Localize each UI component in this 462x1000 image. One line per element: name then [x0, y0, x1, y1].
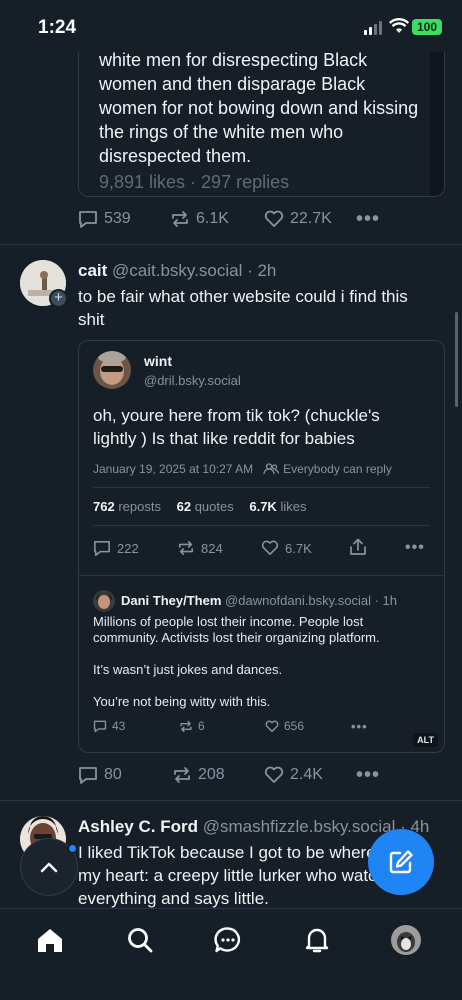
battery-icon: 100: [412, 19, 442, 35]
share-button[interactable]: [349, 538, 405, 559]
quote-actions: 222 824 6.7K •••: [93, 538, 425, 558]
nested-quote-header: Dani They/Them @dawnofdani.bsky.social ·…: [121, 593, 397, 608]
bottom-nav: [0, 908, 462, 1000]
media-edge: [430, 40, 444, 196]
nested-author-name[interactable]: Dani They/Them: [121, 593, 221, 608]
post-date: January 19, 2025 at 10:27 AM: [93, 462, 254, 476]
author-name[interactable]: Ashley C. Ford: [78, 817, 198, 836]
more-options-icon[interactable]: •••: [356, 208, 380, 231]
status-bar: 1:24 100: [0, 0, 462, 52]
quoted-post-meta: 9,891 likes · 297 replies: [99, 172, 290, 192]
compose-button[interactable]: [368, 829, 434, 895]
heart-icon: [264, 210, 284, 227]
post1-actions: 539 6.1K 22.7K •••: [78, 208, 380, 230]
search-icon[interactable]: [125, 925, 155, 955]
like-button[interactable]: 656: [265, 719, 351, 733]
repost-icon: [178, 540, 194, 556]
repost-icon: [180, 720, 192, 732]
repost-button[interactable]: 6: [179, 719, 265, 733]
repost-icon: [172, 211, 188, 227]
reply-icon: [79, 210, 97, 228]
repost-button[interactable]: 824: [177, 540, 261, 556]
engagement-stats: 762 reposts 62 quotes 6.7K likes: [93, 499, 306, 514]
reply-button[interactable]: 80: [78, 766, 172, 785]
home-icon[interactable]: [35, 925, 65, 955]
share-icon: [350, 538, 366, 555]
likes-stat[interactable]: 6.7K likes: [249, 499, 306, 514]
chat-icon[interactable]: [213, 925, 243, 955]
nested-paragraph: You’re not being witty with this.: [93, 694, 271, 709]
post2-actions: 80 208 2.4K •••: [78, 764, 380, 786]
reply-button[interactable]: 539: [78, 210, 170, 229]
repost-icon: [174, 767, 190, 783]
reply-icon: [79, 766, 97, 784]
quote-card[interactable]: wint @dril.bsky.social oh, youre here fr…: [78, 340, 445, 753]
post-divider: [0, 244, 462, 245]
more-options-icon[interactable]: •••: [351, 719, 368, 734]
compose-icon: [389, 850, 413, 874]
repost-button[interactable]: 6.1K: [170, 210, 264, 228]
post-header: cait @cait.bsky.social · 2h: [78, 261, 276, 281]
scrollbar[interactable]: [455, 312, 458, 407]
quote-meta: January 19, 2025 at 10:27 AM Everybody c…: [93, 462, 392, 476]
nested-paragraph: It’s wasn’t just jokes and dances.: [93, 662, 283, 677]
avatar[interactable]: [93, 590, 115, 612]
wifi-icon: [388, 18, 410, 39]
post-divider: [0, 800, 462, 801]
like-button[interactable]: 6.7K: [261, 540, 349, 556]
reposts-stat[interactable]: 762 reposts: [93, 499, 161, 514]
people-icon: [263, 463, 280, 475]
alt-badge[interactable]: ALT: [413, 733, 438, 747]
repost-count: 6.1K: [196, 210, 229, 227]
reply-icon: [93, 720, 107, 732]
profile-avatar[interactable]: [391, 925, 421, 955]
more-options-icon[interactable]: •••: [405, 539, 425, 557]
reply-button[interactable]: 222: [93, 540, 177, 557]
reply-count: 539: [104, 210, 131, 227]
nested-actions: 43 6 656 •••: [93, 717, 368, 735]
heart-icon: [265, 720, 279, 732]
reply-setting[interactable]: Everybody can reply: [263, 462, 392, 476]
avatar[interactable]: [93, 351, 131, 389]
signal-icon: [364, 21, 382, 35]
more-options-icon[interactable]: •••: [356, 764, 380, 787]
nested-author-handle[interactable]: @dawnofdani.bsky.social · 1h: [225, 593, 397, 608]
post-text: to be fair what other website could i fi…: [78, 287, 408, 329]
repost-button[interactable]: 208: [172, 766, 264, 784]
heart-icon: [264, 766, 284, 783]
new-posts-indicator: [67, 843, 78, 854]
nested-quote-text: Millions of people lost their income. Pe…: [93, 614, 423, 710]
quotes-stat[interactable]: 62 quotes: [177, 499, 234, 514]
quote-author-handle[interactable]: @dril.bsky.social: [144, 373, 241, 388]
quoted-post-text: white men for disrespecting Black women …: [99, 50, 419, 166]
divider: [93, 525, 430, 526]
quote-text: oh, youre here from tik tok? (chuckle's …: [93, 406, 380, 448]
reply-setting-label: Everybody can reply: [283, 462, 392, 476]
like-button[interactable]: 22.7K: [264, 210, 356, 228]
chevron-up-icon: [40, 862, 58, 873]
quoted-post-top[interactable]: white men for disrespecting Black women …: [78, 40, 445, 197]
divider: [93, 487, 430, 488]
post-header: Ashley C. Ford @smashfizzle.bsky.social …: [78, 817, 429, 837]
nested-paragraph: Millions of people lost their income. Pe…: [93, 614, 380, 645]
quote-author-name[interactable]: wint: [144, 353, 172, 369]
follow-plus-icon[interactable]: +: [49, 289, 68, 308]
author-handle[interactable]: @cait.bsky.social · 2h: [112, 261, 276, 280]
clock: 1:24: [38, 17, 77, 38]
heart-icon: [261, 540, 279, 556]
reply-button[interactable]: 43: [93, 719, 179, 733]
scroll-to-top-button[interactable]: [20, 838, 78, 896]
author-name[interactable]: cait: [78, 261, 107, 280]
reply-icon: [94, 540, 110, 556]
like-button[interactable]: 2.4K: [264, 766, 356, 784]
divider: [79, 575, 444, 576]
bell-icon[interactable]: [302, 925, 332, 955]
like-count: 22.7K: [290, 210, 332, 227]
